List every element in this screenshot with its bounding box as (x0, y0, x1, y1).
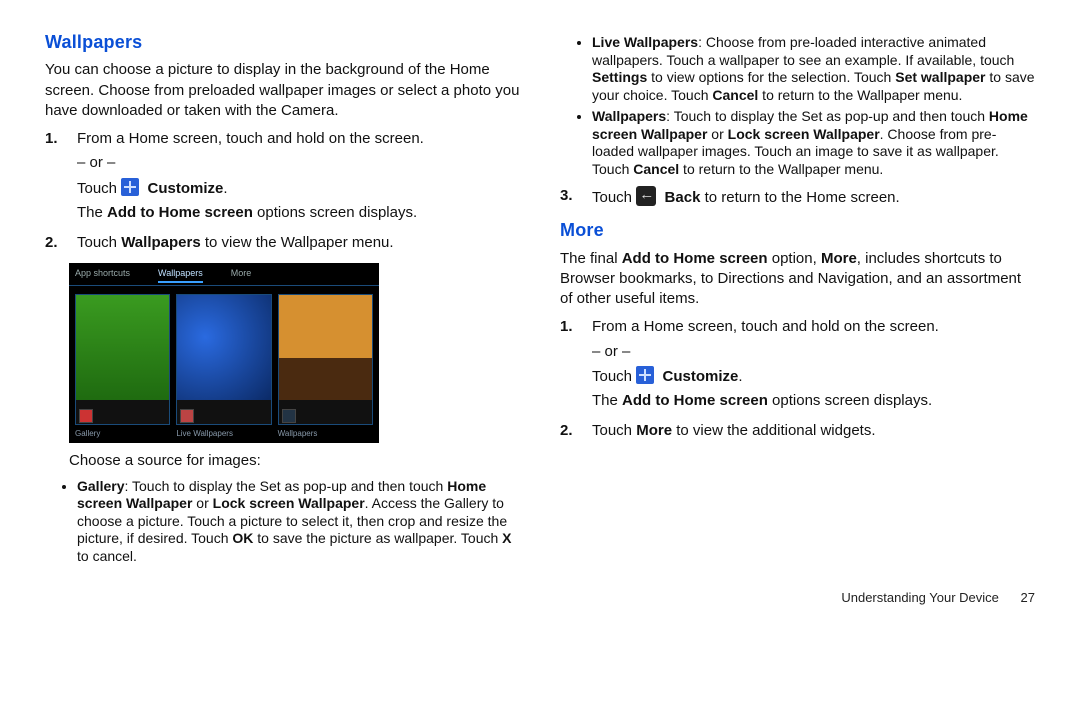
ss-label-live: Live Wallpapers (176, 429, 271, 440)
bullet-live-wallpapers: Live Wallpapers: Choose from pre-loaded … (592, 34, 1035, 104)
ss-label-wall: Wallpapers (278, 429, 373, 440)
wallpaper-menu-screenshot: App shortcuts Wallpapers More Gallery Li… (69, 263, 379, 443)
step-1-touch: Touch Customize. (77, 178, 520, 199)
step-1-or: – or – (77, 153, 520, 173)
bullet-gallery: Gallery: Touch to display the Set as pop… (77, 478, 520, 566)
step-1-result: The Add to Home screen options screen di… (77, 203, 520, 223)
step-1: From a Home screen, touch and hold on th… (69, 129, 520, 223)
step-1-line1: From a Home screen, touch and hold on th… (77, 130, 424, 147)
thumb-wall (278, 294, 373, 424)
right-column: Live Wallpapers: Choose from pre-loaded … (560, 30, 1035, 571)
step-2: Touch Wallpapers to view the Wallpaper m… (69, 233, 520, 253)
more-step-1-touch: Touch Customize. (592, 366, 1035, 387)
ss-tab-more: More (231, 267, 252, 283)
left-column: Wallpapers You can choose a picture to d… (45, 30, 520, 571)
footer-section: Understanding Your Device (841, 590, 999, 605)
more-step-2: Touch More to view the additional widget… (584, 421, 1035, 441)
step-3: Touch Back to return to the Home screen. (584, 186, 1035, 208)
more-step-1-result: The Add to Home screen options screen di… (592, 391, 1035, 411)
more-step-1-or: – or – (592, 342, 1035, 362)
wallpapers-intro: You can choose a picture to display in t… (45, 60, 520, 121)
ss-label-gallery: Gallery (75, 429, 170, 440)
ss-tab-shortcuts: App shortcuts (75, 267, 130, 283)
thumb-live (176, 294, 271, 424)
more-step-1: From a Home screen, touch and hold on th… (584, 317, 1035, 411)
more-intro: The final Add to Home screen option, Mor… (560, 249, 1035, 310)
page-footer: Understanding Your Device 27 (45, 589, 1035, 607)
ss-tab-wallpapers: Wallpapers (158, 267, 203, 283)
back-icon (636, 186, 656, 206)
plus-icon (636, 366, 654, 384)
heading-wallpapers: Wallpapers (45, 30, 520, 54)
plus-icon (121, 178, 139, 196)
thumb-gallery (75, 294, 170, 424)
choose-source-label: Choose a source for images: (45, 451, 520, 471)
footer-page: 27 (1021, 590, 1035, 605)
heading-more: More (560, 218, 1035, 242)
bullet-wallpapers: Wallpapers: Touch to display the Set as … (592, 108, 1035, 178)
